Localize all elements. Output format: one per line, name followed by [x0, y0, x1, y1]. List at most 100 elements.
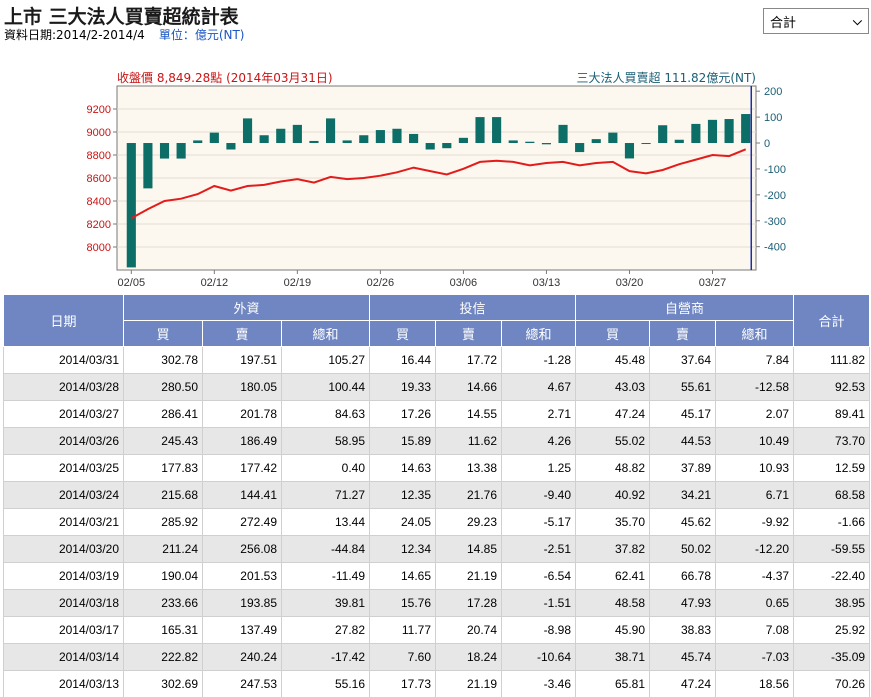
institutional-trading-table: 日期 外資 投信 自營商 合計 買 賣 總和 買 賣 總和 買 賣 總和 201… — [3, 294, 871, 697]
right-tick-label: 0 — [764, 138, 770, 150]
cell-value: 247.53 — [202, 670, 282, 697]
table-row: 2014/03/27 286.41 201.78 84.63 17.26 14.55 2.7… — [3, 400, 871, 428]
cell-value: -1.51 — [501, 589, 577, 617]
cell-value: 13.38 — [435, 454, 503, 482]
cell-value: 13.44 — [280, 508, 371, 536]
net-buy-bar — [624, 143, 635, 159]
cell-date: 2014/03/27 — [3, 400, 124, 428]
cell-value: 12.35 — [369, 481, 437, 509]
cell-date: 2014/03/31 — [3, 346, 124, 374]
cell-value: 285.92 — [123, 508, 203, 536]
table-row: 2014/03/25 177.83 177.42 0.40 14.63 13.38 1.25… — [3, 454, 871, 482]
cell-value: 37.64 — [649, 346, 717, 374]
close-price-title: 收盤價 8,849.28點 (2014年03月31日) — [117, 71, 333, 85]
cell-value: 14.85 — [435, 535, 503, 563]
date-range: 資料日期:2014/2-2014/4 — [4, 28, 145, 42]
cell-value: 17.26 — [369, 400, 437, 428]
net-buy-bar — [126, 143, 136, 268]
cell-value: 35.70 — [575, 508, 651, 536]
x-tick-label: 03/20 — [616, 277, 644, 289]
cell-value: 40.92 — [575, 481, 651, 509]
right-tick-label: 100 — [764, 112, 782, 124]
cell-value: 10.93 — [715, 454, 795, 482]
cell-value: 70.26 — [793, 670, 871, 697]
net-buy-bar — [458, 137, 468, 144]
col-trust-sell: 賣 — [435, 320, 503, 347]
cell-value: -35.09 — [793, 643, 871, 671]
cell-value: 48.58 — [575, 589, 651, 617]
col-dealer-sell: 賣 — [649, 320, 717, 347]
net-buy-bar — [707, 119, 718, 144]
net-buy-title: 三大法人買賣超 111.82億元(NT) — [577, 70, 756, 85]
cell-value: 65.81 — [575, 670, 651, 697]
cell-value: 302.69 — [123, 670, 203, 697]
col-date: 日期 — [3, 294, 124, 347]
cell-value: 20.74 — [435, 616, 503, 644]
cell-value: -1.28 — [501, 346, 577, 374]
cell-value: 73.70 — [793, 427, 871, 455]
cell-value: 105.27 — [280, 346, 371, 374]
net-buy-bar — [325, 118, 336, 144]
cell-value: 27.82 — [280, 616, 371, 644]
col-group-trust: 投信 — [369, 294, 577, 321]
combo-chart: 收盤價 8,849.28點 (2014年03月31日) 三大法人買賣超 111.… — [87, 70, 787, 289]
col-dealer-sum: 總和 — [715, 320, 795, 347]
cell-value: 25.92 — [793, 616, 871, 644]
x-tick-label: 03/13 — [533, 277, 561, 289]
cell-value: 14.65 — [369, 562, 437, 590]
col-dealer-buy: 買 — [575, 320, 651, 347]
table-row: 2014/03/28 280.50 180.05 100.44 19.33 14.66 4.… — [3, 373, 871, 401]
net-buy-bar — [226, 143, 236, 150]
net-buy-bar — [242, 118, 253, 144]
cell-value: 84.63 — [280, 400, 371, 428]
cell-value: 201.53 — [202, 562, 282, 590]
cell-date: 2014/03/28 — [3, 373, 124, 401]
col-group-dealer: 自營商 — [575, 294, 795, 321]
cell-value: 15.76 — [369, 589, 437, 617]
investor-type-select[interactable]: 合計 ⌵ — [763, 8, 869, 34]
cell-value: 190.04 — [123, 562, 203, 590]
net-buy-bar — [425, 143, 435, 150]
cell-value: 24.05 — [369, 508, 437, 536]
col-total: 合計 — [793, 294, 871, 347]
cell-value: 48.82 — [575, 454, 651, 482]
net-buy-bar — [276, 128, 286, 144]
cell-value: 4.26 — [501, 427, 577, 455]
cell-value: 89.41 — [793, 400, 871, 428]
cell-value: -3.46 — [501, 670, 577, 697]
net-buy-bar — [575, 143, 585, 153]
cell-value: 38.71 — [575, 643, 651, 671]
left-tick-label: 8200 — [87, 219, 111, 231]
cell-value: 222.82 — [123, 643, 203, 671]
select-value: 合計 — [770, 15, 797, 31]
cell-value: 47.24 — [649, 670, 717, 697]
cell-value: 201.78 — [202, 400, 282, 428]
net-buy-bar — [143, 143, 153, 189]
cell-value: 66.78 — [649, 562, 717, 590]
cell-value: 19.33 — [369, 373, 437, 401]
cell-value: 180.05 — [202, 373, 282, 401]
cell-value: 17.28 — [435, 589, 503, 617]
table-row: 2014/03/19 190.04 201.53 -11.49 14.65 21.19 -6… — [3, 562, 871, 590]
cell-value: 17.73 — [369, 670, 437, 697]
x-tick-label: 02/26 — [367, 277, 395, 289]
cell-value: 256.08 — [202, 535, 282, 563]
cell-value: -22.40 — [793, 562, 871, 590]
cell-date: 2014/03/20 — [3, 535, 124, 563]
net-buy-bar — [176, 143, 186, 159]
cell-value: 144.41 — [202, 481, 282, 509]
right-tick-label: -400 — [764, 242, 786, 254]
x-tick-label: 03/06 — [450, 277, 478, 289]
cell-value: 45.17 — [649, 400, 717, 428]
cell-value: 0.40 — [280, 454, 371, 482]
cell-value: 7.60 — [369, 643, 437, 671]
cell-value: 10.49 — [715, 427, 795, 455]
right-tick-label: 200 — [764, 86, 782, 98]
left-tick-label: 8600 — [87, 173, 111, 185]
right-tick-label: -100 — [764, 164, 786, 176]
cell-value: 34.21 — [649, 481, 717, 509]
cell-value: -5.17 — [501, 508, 577, 536]
cell-value: 177.83 — [123, 454, 203, 482]
cell-value: -1.66 — [793, 508, 871, 536]
cell-value: 45.74 — [649, 643, 717, 671]
